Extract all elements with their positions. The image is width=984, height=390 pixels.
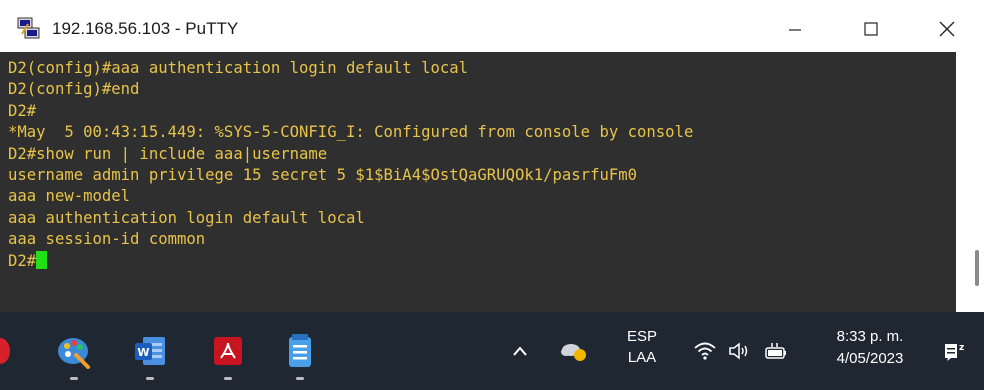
red-app-icon xyxy=(0,338,10,364)
notepad-icon xyxy=(289,334,311,367)
close-button[interactable] xyxy=(916,6,978,52)
app-running-indicator xyxy=(146,377,154,380)
taskbar-app-notepad[interactable] xyxy=(272,312,328,390)
minimize-button[interactable] xyxy=(764,6,826,52)
svg-text:z: z xyxy=(959,343,964,353)
terminal-line: D2(config)#end xyxy=(8,80,140,99)
tray-battery-button[interactable] xyxy=(758,312,794,390)
maximize-button[interactable] xyxy=(840,6,902,52)
windows-taskbar: W ESP LAA 8:33 p. m. 4/05/2023 z xyxy=(0,312,984,390)
clock-time: 8:33 p. m. xyxy=(836,328,904,345)
terminal-output: D2(config)#aaa authentication login defa… xyxy=(8,58,948,272)
app-running-indicator xyxy=(70,377,78,380)
window-titlebar[interactable]: 192.168.56.103 - PuTTY xyxy=(0,6,984,52)
taskbar-app-acrobat[interactable] xyxy=(200,312,256,390)
tray-onedrive-button[interactable] xyxy=(556,312,592,390)
terminal-line: username admin privilege 15 secret 5 $1$… xyxy=(8,165,638,184)
taskbar-app-word[interactable]: W xyxy=(122,312,178,390)
terminal-line: D2(config)#aaa authentication login defa… xyxy=(8,59,469,77)
maximize-icon xyxy=(864,22,878,36)
terminal-line: D2#show run | include aaa|username xyxy=(8,144,328,163)
taskbar-app-paint[interactable] xyxy=(46,312,102,390)
scrollbar-thumb[interactable] xyxy=(975,250,979,286)
terminal-scrollbar[interactable] xyxy=(956,52,984,312)
tray-network-button[interactable] xyxy=(688,312,722,390)
partial-app-icon[interactable] xyxy=(0,312,14,390)
terminal-line: *May 5 00:43:15.449: %SYS-5-CONFIG_I: Co… xyxy=(8,123,694,142)
show-hidden-icons-button[interactable] xyxy=(506,312,534,390)
svg-text:W: W xyxy=(137,346,149,359)
terminal-line: D2# xyxy=(8,101,37,120)
paint-icon xyxy=(58,338,90,369)
window-title: 192.168.56.103 - PuTTY xyxy=(52,19,239,38)
terminal-line: aaa session-id common xyxy=(8,230,206,249)
minimize-icon xyxy=(789,29,801,31)
terminal-console[interactable]: D2(config)#aaa authentication login defa… xyxy=(0,52,984,312)
notifications-button[interactable]: z xyxy=(934,312,974,390)
input-language-indicator[interactable]: ESP LAA xyxy=(614,326,670,368)
speaker-icon xyxy=(729,342,748,360)
terminal-line: aaa authentication login default local xyxy=(8,208,365,227)
app-running-indicator xyxy=(224,377,232,380)
close-icon xyxy=(939,21,955,37)
text-cursor xyxy=(36,250,48,269)
language-code: ESP xyxy=(626,328,657,345)
terminal-line: aaa new-model xyxy=(8,187,131,206)
clock-button[interactable]: 8:33 p. m. 4/05/2023 xyxy=(820,326,920,370)
terminal-prompt-line[interactable]: D2# xyxy=(8,250,948,272)
acrobat-icon xyxy=(214,337,242,365)
keyboard-layout: LAA xyxy=(627,349,657,366)
tray-volume-button[interactable] xyxy=(722,312,756,390)
word-icon: W xyxy=(135,337,165,365)
notification-icon: z xyxy=(945,343,964,361)
wifi-icon xyxy=(694,342,716,360)
putty-icon[interactable] xyxy=(16,16,42,42)
chevron-up-icon xyxy=(513,346,527,356)
battery-plug-icon xyxy=(765,343,786,359)
clock-date: 4/05/2023 xyxy=(836,350,904,367)
cloud-sync-icon xyxy=(561,344,586,361)
terminal-prompt: D2# xyxy=(8,251,37,270)
app-running-indicator xyxy=(296,377,304,380)
